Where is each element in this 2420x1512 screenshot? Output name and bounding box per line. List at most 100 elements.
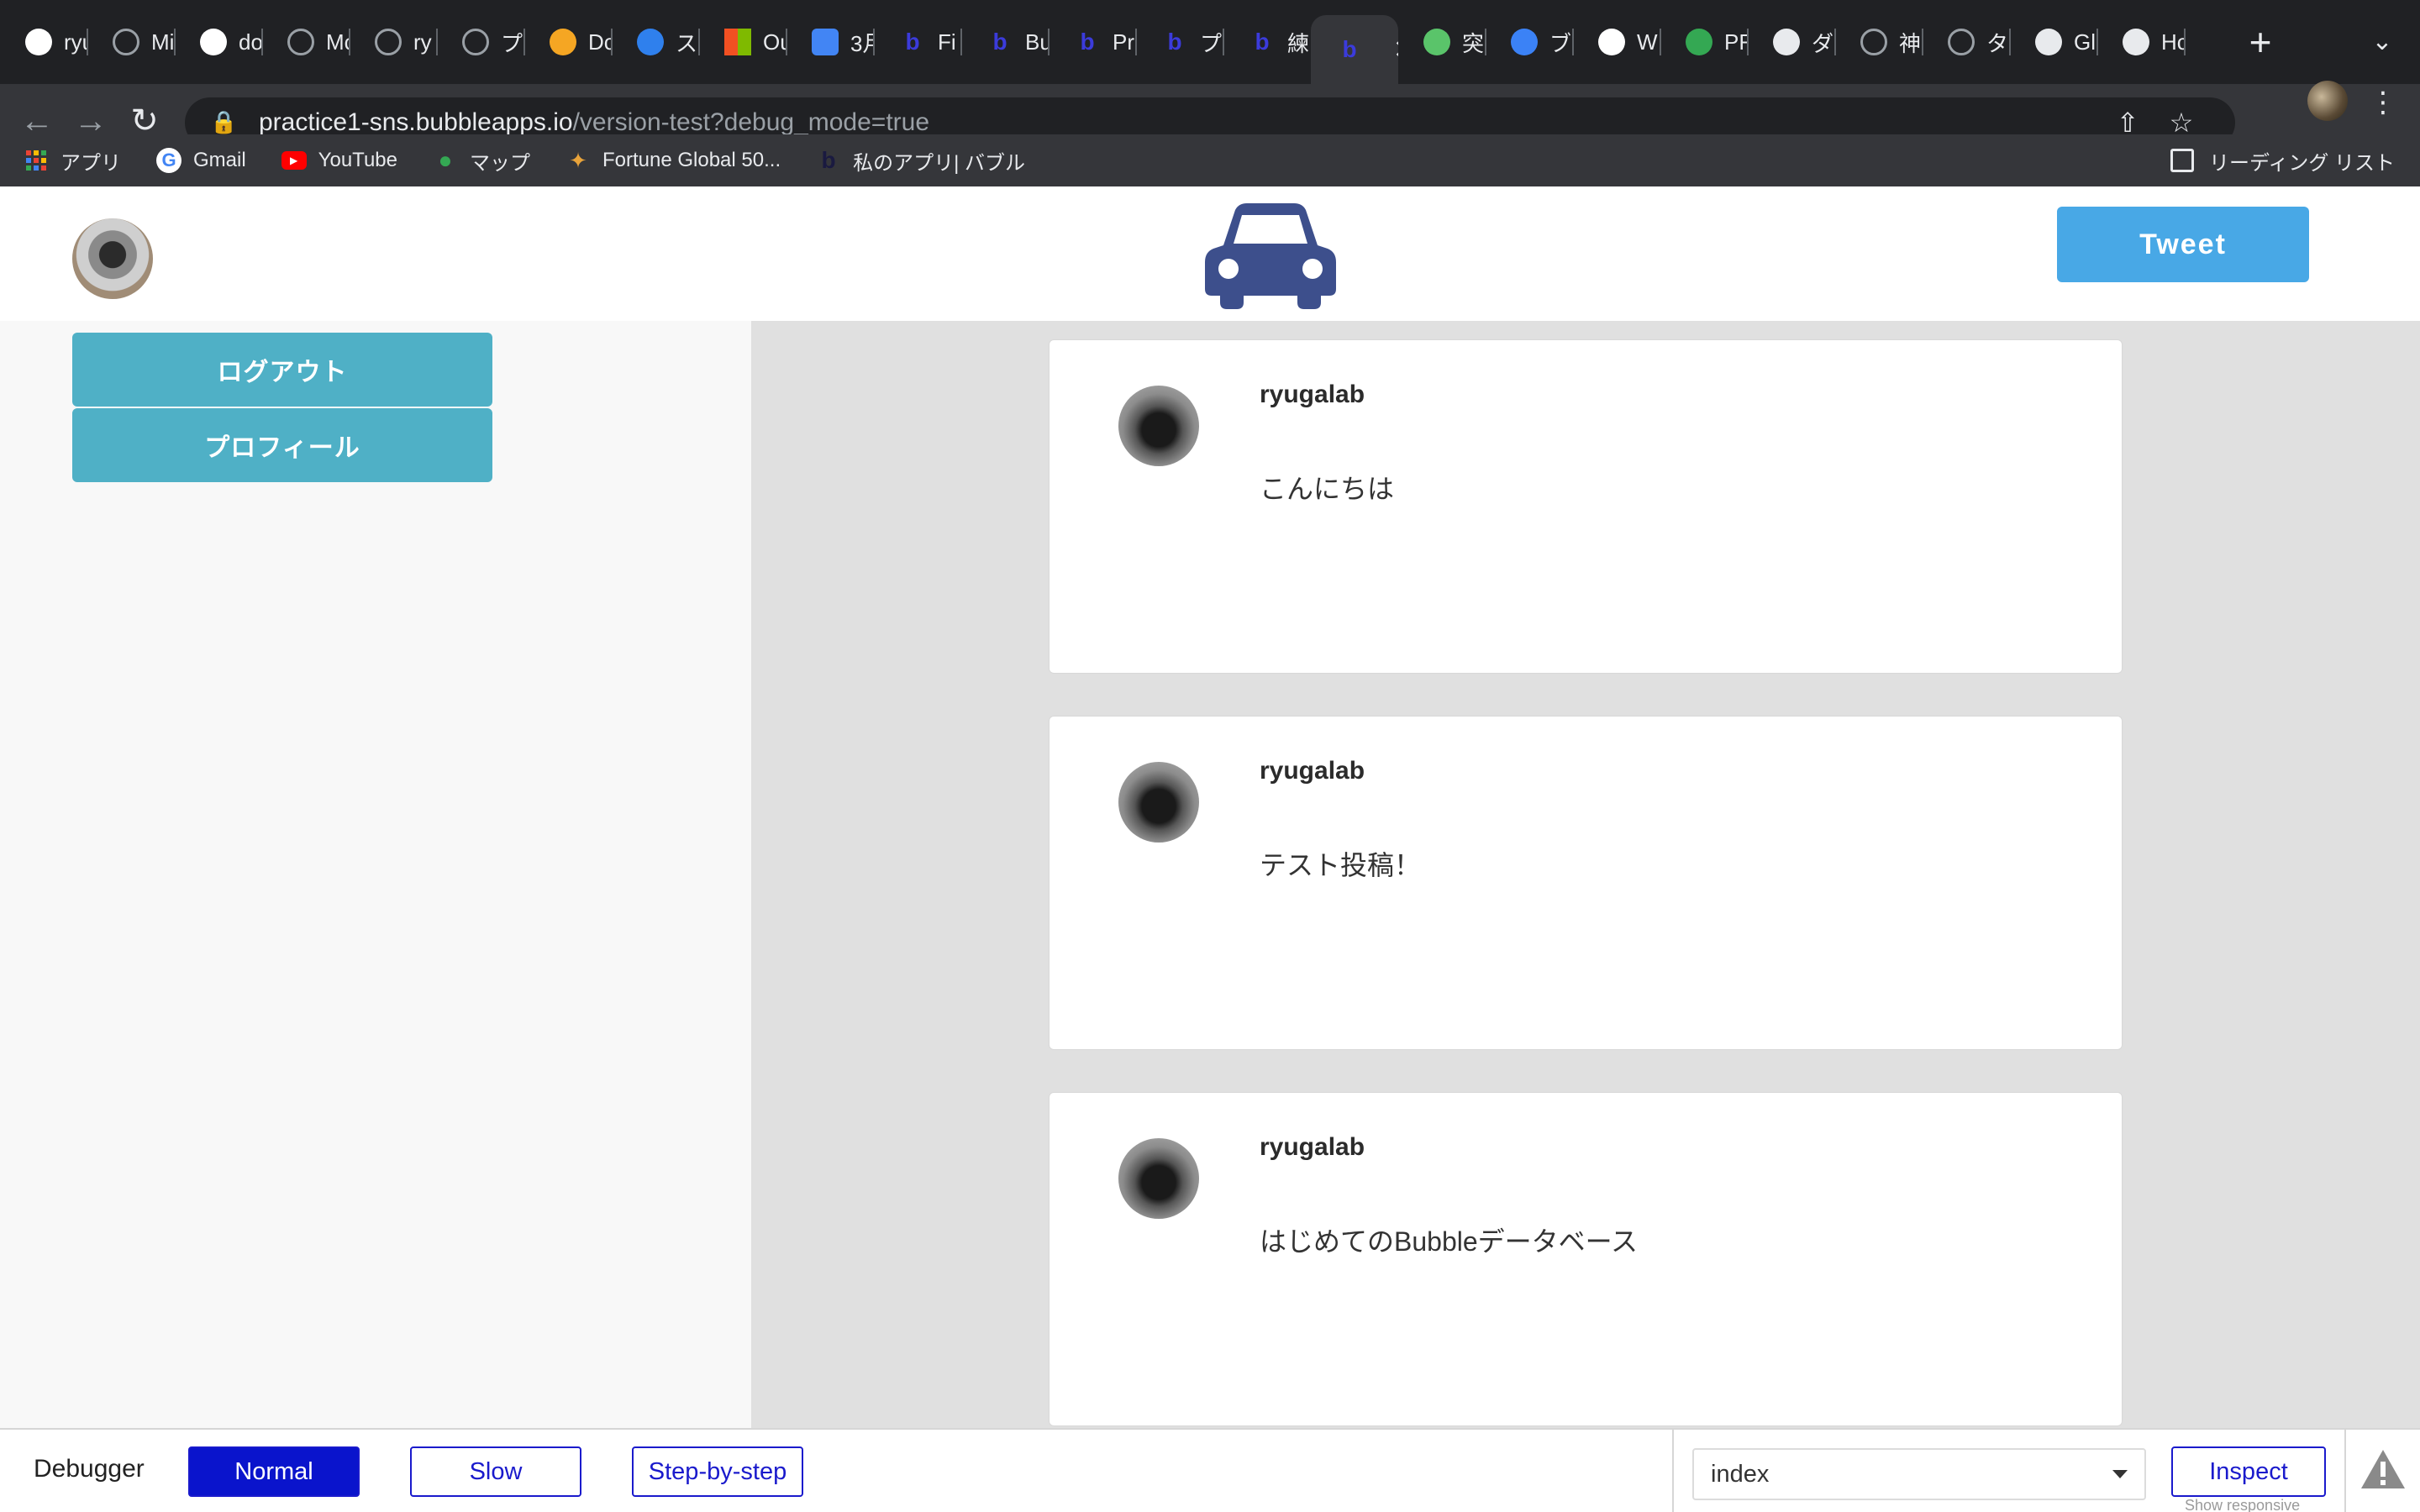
chevron-down-icon — [2112, 1470, 2128, 1478]
bookmark-maps[interactable]: ● マップ — [433, 146, 530, 176]
browser-tab-title: プ — [1200, 30, 1223, 56]
browser-tab[interactable]: Mi — [87, 15, 175, 69]
page-select[interactable]: index — [1692, 1448, 2146, 1500]
sidebar: ログアウト プロフィール — [0, 321, 751, 1428]
drive-icon — [1686, 29, 1712, 55]
browser-tab[interactable]: Mc — [262, 15, 350, 69]
debugger-bar: Debugger Normal Slow Step-by-step index … — [0, 1428, 2420, 1512]
browser-tab[interactable]: Hc — [2097, 15, 2185, 69]
youtube-icon: ▶ — [281, 151, 307, 170]
download-icon — [1773, 29, 1800, 55]
w-logo-icon — [1598, 29, 1625, 55]
browser-tab-title: 練 — [1287, 30, 1310, 56]
docs-icon — [812, 29, 839, 55]
show-responsive-link[interactable]: Show responsive — [2185, 1497, 2300, 1512]
inspect-button[interactable]: Inspect — [2171, 1446, 2326, 1497]
app-header: Tweet — [0, 186, 2420, 321]
vscode-icon — [637, 29, 664, 55]
github-icon — [25, 29, 52, 55]
logout-button[interactable]: ログアウト — [72, 333, 492, 407]
browser-tab[interactable]: ryu — [0, 15, 87, 69]
debug-normal-button[interactable]: Normal — [188, 1446, 360, 1497]
browser-tab[interactable]: タ — [1923, 15, 2010, 69]
profile-button[interactable]: プロフィール — [72, 408, 492, 482]
browser-profile-avatar[interactable] — [2307, 81, 2348, 121]
post-text: テスト投稿！ — [1260, 850, 1422, 880]
browser-tab[interactable]: b✕ — [1311, 15, 1398, 84]
reading-list-label: リーディング リスト — [2209, 151, 2395, 175]
browser-tab[interactable]: 突 — [1398, 15, 1486, 69]
bookmark-label: マップ — [469, 151, 530, 175]
debug-slow-button[interactable]: Slow — [410, 1446, 581, 1497]
bookmark-label: Gmail — [193, 149, 246, 171]
bookmark-apps[interactable]: アプリ — [24, 146, 121, 176]
lock-icon[interactable]: 🔒 — [210, 109, 237, 136]
browser-tab-title: ダ — [1812, 30, 1834, 56]
browser-tab-title: Mi — [151, 29, 175, 55]
new-tab-icon[interactable]: + — [2235, 17, 2286, 67]
browser-tab[interactable]: b練 — [1223, 15, 1311, 69]
tab-separator — [2184, 29, 2186, 55]
browser-tab[interactable]: Gl — [2010, 15, 2097, 69]
browser-tab[interactable]: bプ — [1136, 15, 1223, 69]
tweet-button[interactable]: Tweet — [2057, 207, 2309, 282]
browser-tab-title: PF — [1724, 29, 1748, 55]
browser-tab-title: Bu — [1025, 29, 1049, 55]
browser-tab-title: プ — [501, 30, 523, 56]
browser-tab-title: 神 — [1899, 30, 1922, 56]
browser-tab[interactable]: W — [1573, 15, 1660, 69]
reading-list-icon — [2170, 149, 2194, 172]
browser-tab[interactable]: 神 — [1835, 15, 1923, 69]
warning-icon[interactable] — [2360, 1446, 2407, 1494]
browser-tab-title: ブ — [1549, 30, 1572, 56]
globe-icon — [113, 29, 139, 55]
bookmark-label: アプリ — [60, 151, 121, 175]
browser-tab-strip: ryuMidoMcryプDcスOu3月bFibBubPrbプb練b✕突ブWPFダ… — [0, 0, 2420, 84]
bookmark-label: Fortune Global 50... — [602, 149, 781, 171]
browser-tab[interactable]: Ou — [699, 15, 786, 69]
bubble-icon: b — [821, 147, 836, 173]
browser-menu-icon[interactable]: ⋮ — [2368, 82, 2398, 123]
debug-step-button[interactable]: Step-by-step — [632, 1446, 803, 1497]
post-avatar[interactable] — [1118, 762, 1199, 843]
bubble-icon: b — [1342, 36, 1357, 62]
browser-tab-title: 突 — [1462, 30, 1485, 56]
bookmark-youtube[interactable]: ▶ YouTube — [281, 149, 397, 172]
bookmark-gmail[interactable]: G Gmail — [156, 148, 246, 173]
browser-tab[interactable]: PF — [1660, 15, 1748, 69]
green-logo-icon — [1423, 29, 1450, 55]
post-username: ryugalab — [1260, 381, 1365, 408]
browser-tab-title: ry — [413, 29, 432, 55]
canva-icon — [1511, 29, 1538, 55]
tab-search-icon[interactable]: ⌄ — [2361, 20, 2403, 62]
browser-tab[interactable]: 3月 — [786, 15, 874, 69]
reading-list-button[interactable]: リーディング リスト — [2170, 134, 2395, 186]
globe-icon — [375, 29, 402, 55]
bubble-icon: b — [905, 29, 920, 55]
browser-tab[interactable]: ブ — [1486, 15, 1573, 69]
browser-tab[interactable]: ス — [612, 15, 699, 69]
browser-tab-title: Ou — [763, 29, 786, 55]
browser-tab[interactable]: プ — [437, 15, 524, 69]
url-host: practice1-sns.bubbleapps.io — [259, 108, 573, 136]
post-username: ryugalab — [1260, 757, 1365, 785]
post-avatar[interactable] — [1118, 386, 1199, 466]
browser-tab[interactable]: ダ — [1748, 15, 1835, 69]
bookmark-bubble[interactable]: b 私のアプリ| バブル — [816, 146, 1025, 176]
user-avatar[interactable] — [72, 218, 153, 299]
browser-tab-title: Fi — [938, 29, 956, 55]
bookmark-fortune[interactable]: ✦ Fortune Global 50... — [566, 148, 781, 173]
browser-tab-title: Hc — [2161, 29, 2185, 55]
debugger-divider — [2344, 1430, 2346, 1512]
browser-tab[interactable]: b Pr — [1049, 15, 1136, 69]
post-avatar[interactable] — [1118, 1138, 1199, 1219]
browser-tab[interactable]: b Bu — [961, 15, 1049, 69]
bubble-icon: b — [1080, 29, 1095, 55]
bolt-icon — [2035, 29, 2062, 55]
browser-tab[interactable]: ry — [350, 15, 437, 69]
browser-tab[interactable]: do — [175, 15, 262, 69]
globe-icon — [1948, 29, 1975, 55]
bookmark-label: YouTube — [318, 149, 397, 171]
browser-tab[interactable]: b Fi — [874, 15, 961, 69]
browser-tab[interactable]: Dc — [524, 15, 612, 69]
